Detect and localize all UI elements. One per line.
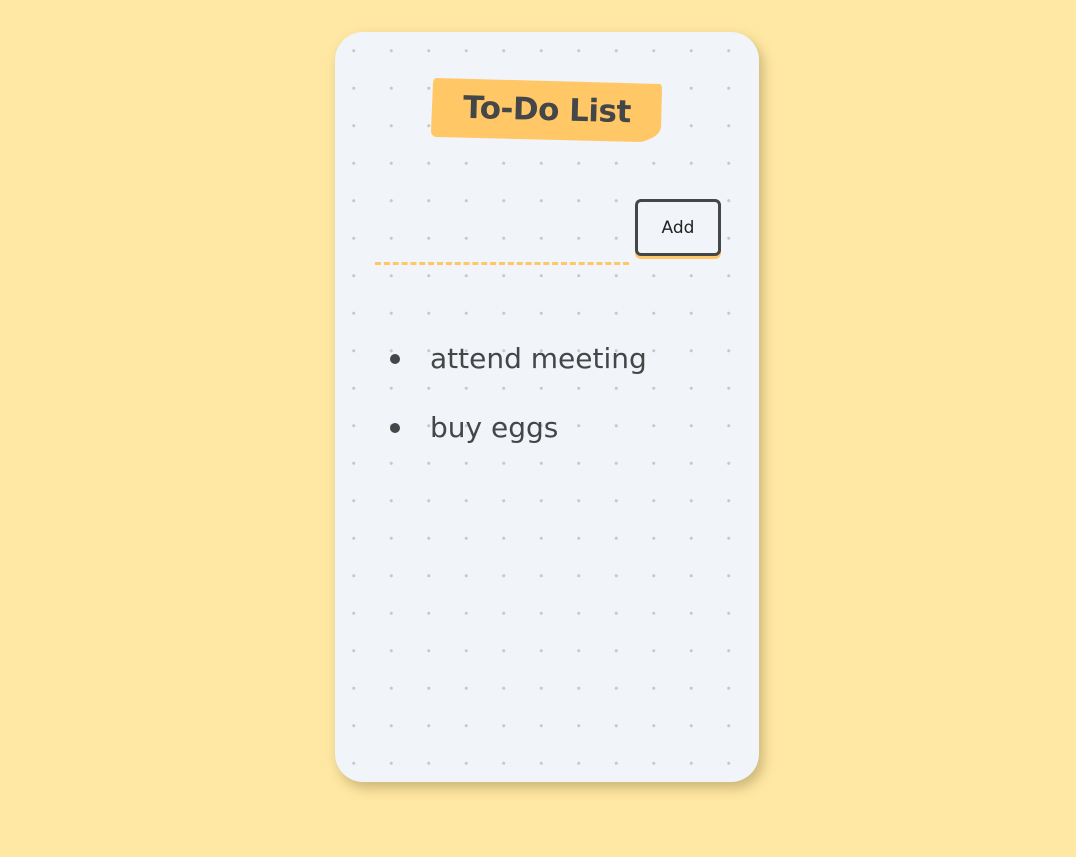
todo-item-text: buy eggs [430, 411, 559, 444]
todo-item[interactable]: attend meeting [390, 327, 647, 396]
bullet-dot-icon [390, 354, 400, 364]
add-button[interactable]: Add [635, 199, 721, 256]
todo-item-text: attend meeting [430, 342, 647, 375]
todo-card: To-Do List Add attend meeting buy eggs [335, 32, 759, 782]
bullet-dot-icon [390, 423, 400, 433]
new-task-input[interactable] [375, 232, 629, 265]
title-banner: To-Do List [431, 77, 663, 143]
page-title: To-Do List [462, 89, 632, 131]
todo-list: attend meeting buy eggs [390, 327, 647, 465]
todo-item[interactable]: buy eggs [390, 396, 647, 465]
